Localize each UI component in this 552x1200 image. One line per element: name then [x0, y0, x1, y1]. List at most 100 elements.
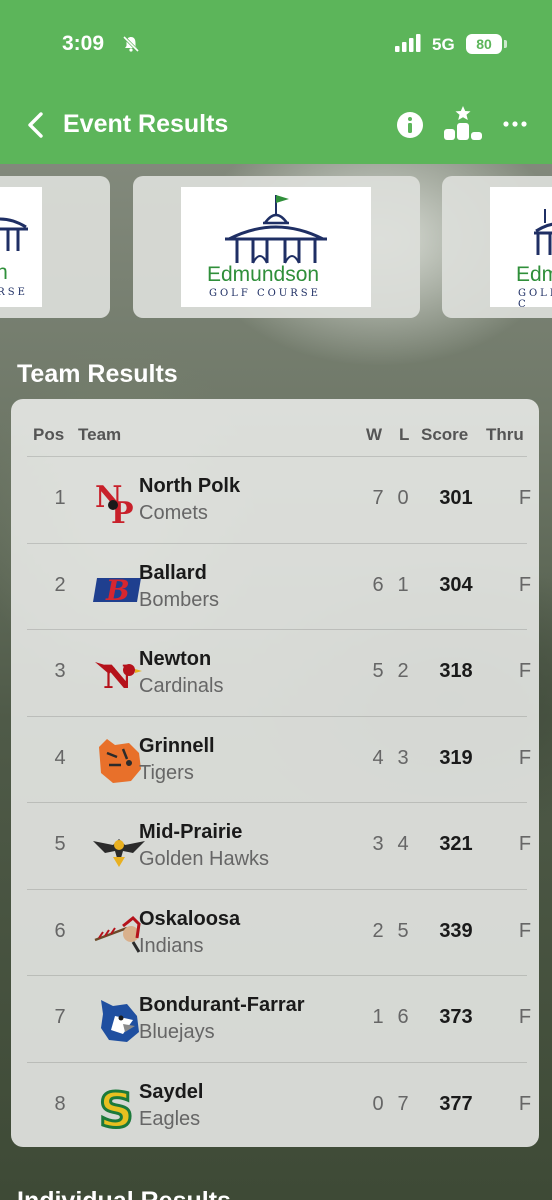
row-thru: F [518, 746, 532, 769]
svg-text:N: N [103, 658, 132, 696]
ballard-b-logo-icon: B [93, 574, 141, 607]
oskaloosa-logo-icon [94, 915, 141, 953]
team-name: North Polk [139, 475, 241, 497]
team-name: Bondurant-Farrar [139, 994, 305, 1016]
battery-icon [504, 40, 507, 48]
signal-icon [395, 34, 421, 52]
row-losses: 4 [397, 833, 409, 855]
pavilion-logo-icon [0, 217, 28, 251]
course-logo: Edm GOLF C [490, 187, 552, 307]
table-row[interactable]: 2 B Ballard Bombers 6 1 304 F [27, 542, 531, 630]
team-mascot: Eagles [139, 1107, 201, 1130]
course-logo-name: son [0, 261, 8, 284]
team-name: Grinnell [139, 734, 215, 757]
header-pos: Pos [33, 425, 65, 444]
svg-text:S: S [99, 1083, 134, 1133]
tiger-logo-icon [99, 738, 141, 783]
course-logo-subtitle: GOLF C [518, 288, 552, 307]
team-name: Saydel [139, 1080, 204, 1103]
row-pos: 8 [54, 1092, 66, 1115]
row-wins: 5 [372, 660, 384, 682]
status-bar: 3:09 5G 80 [0, 0, 552, 90]
row-wins: 2 [372, 919, 384, 942]
battery-level: 80 [466, 34, 502, 54]
team-mascot: Tigers [139, 761, 194, 784]
newton-cardinal-logo-icon: N [95, 658, 142, 696]
row-score: 301 [439, 487, 473, 509]
team-name: Oskaloosa [139, 907, 241, 930]
table-row[interactable]: 7 Bondurant-Farrar Bluejays 1 6 373 F [27, 975, 531, 1062]
row-losses: 0 [397, 487, 409, 509]
table-row[interactable]: 1 N P North Polk Comets 7 0 301 F [27, 456, 531, 543]
row-wins: 1 [372, 1006, 384, 1028]
team-name: Newton [139, 648, 212, 670]
more-icon[interactable] [502, 113, 528, 135]
row-pos: 5 [54, 833, 66, 855]
row-wins: 7 [372, 487, 384, 509]
row-pos: 2 [54, 573, 66, 596]
table-row[interactable]: 8 S Saydel Eagles 0 7 377 F [27, 1061, 531, 1149]
header-thru: Thru [486, 425, 524, 444]
row-score: 373 [439, 1006, 473, 1028]
np-logo-icon: N P [95, 480, 134, 527]
info-icon[interactable] [396, 111, 424, 139]
row-wins: 0 [372, 1092, 384, 1115]
header-l: L [399, 425, 410, 444]
row-score: 377 [439, 1092, 473, 1115]
team-results-table: Pos Team W L Score Thru 1 N P North Polk… [11, 399, 539, 1147]
row-wins: 3 [372, 833, 384, 855]
row-wins: 6 [372, 573, 384, 596]
team-mascot: Golden Hawks [139, 848, 270, 870]
hawk-logo-icon [93, 839, 145, 867]
course-logo-name: Edm [516, 263, 552, 286]
team-mascot: Bluejays [139, 1021, 215, 1043]
team-mascot: Cardinals [139, 675, 224, 697]
row-thru: F [518, 833, 532, 855]
row-thru: F [518, 573, 532, 596]
table-row[interactable]: 5 Mid-Prairie Golden Hawks 3 4 321 F [27, 802, 531, 889]
table-row[interactable]: 4 Grinnell Tigers 4 3 319 F [27, 715, 531, 803]
course-logo-subtitle: COURSE [0, 287, 28, 298]
svg-text:B: B [105, 574, 130, 607]
pavilion-logo-icon [225, 195, 327, 264]
row-losses: 2 [397, 660, 409, 682]
row-wins: 4 [372, 746, 384, 769]
row-score: 339 [439, 919, 473, 942]
saydel-s-logo-icon: S [98, 1081, 136, 1133]
row-losses: 1 [397, 573, 409, 596]
network-label: 5G [432, 35, 455, 54]
section-title-team-results: Team Results [17, 360, 178, 388]
row-pos: 7 [54, 1006, 66, 1028]
header-team: Team [78, 425, 122, 444]
row-thru: F [518, 919, 532, 942]
row-pos: 6 [54, 919, 66, 942]
header-w: W [366, 425, 383, 444]
team-mascot: Indians [139, 934, 204, 957]
course-logo-subtitle: GOLF COURSE [209, 288, 321, 299]
row-losses: 6 [397, 1006, 409, 1028]
bell-off-icon [122, 35, 140, 53]
back-chevron-icon[interactable] [24, 110, 50, 140]
team-mascot: Bombers [139, 588, 220, 611]
row-thru: F [518, 1006, 532, 1028]
pavilion-logo-icon [534, 209, 552, 255]
section-title-individual-results: Individual Results [17, 1184, 231, 1200]
course-card-left[interactable]: son COURSE [0, 176, 110, 318]
podium-icon[interactable] [443, 104, 483, 142]
page-title: Event Results [63, 110, 229, 138]
row-losses: 3 [397, 746, 409, 769]
course-card-center[interactable]: Edmundson GOLF COURSE [133, 176, 420, 318]
course-card-right[interactable]: Edm GOLF C [442, 176, 552, 318]
table-row[interactable]: 3 N Newton Cardinals 5 2 318 F [27, 629, 531, 716]
row-pos: 3 [54, 660, 66, 682]
row-pos: 4 [54, 746, 66, 769]
table-row[interactable]: 6 Oskaloosa Indians 2 5 339 F [27, 888, 531, 976]
row-losses: 5 [397, 919, 409, 942]
row-thru: F [518, 487, 532, 509]
row-pos: 1 [54, 487, 66, 509]
course-logo: son COURSE [0, 187, 42, 307]
row-thru: F [518, 660, 532, 682]
team-mascot: Comets [139, 502, 208, 524]
row-losses: 7 [397, 1092, 409, 1115]
course-logo: Edmundson GOLF COURSE [181, 187, 371, 307]
